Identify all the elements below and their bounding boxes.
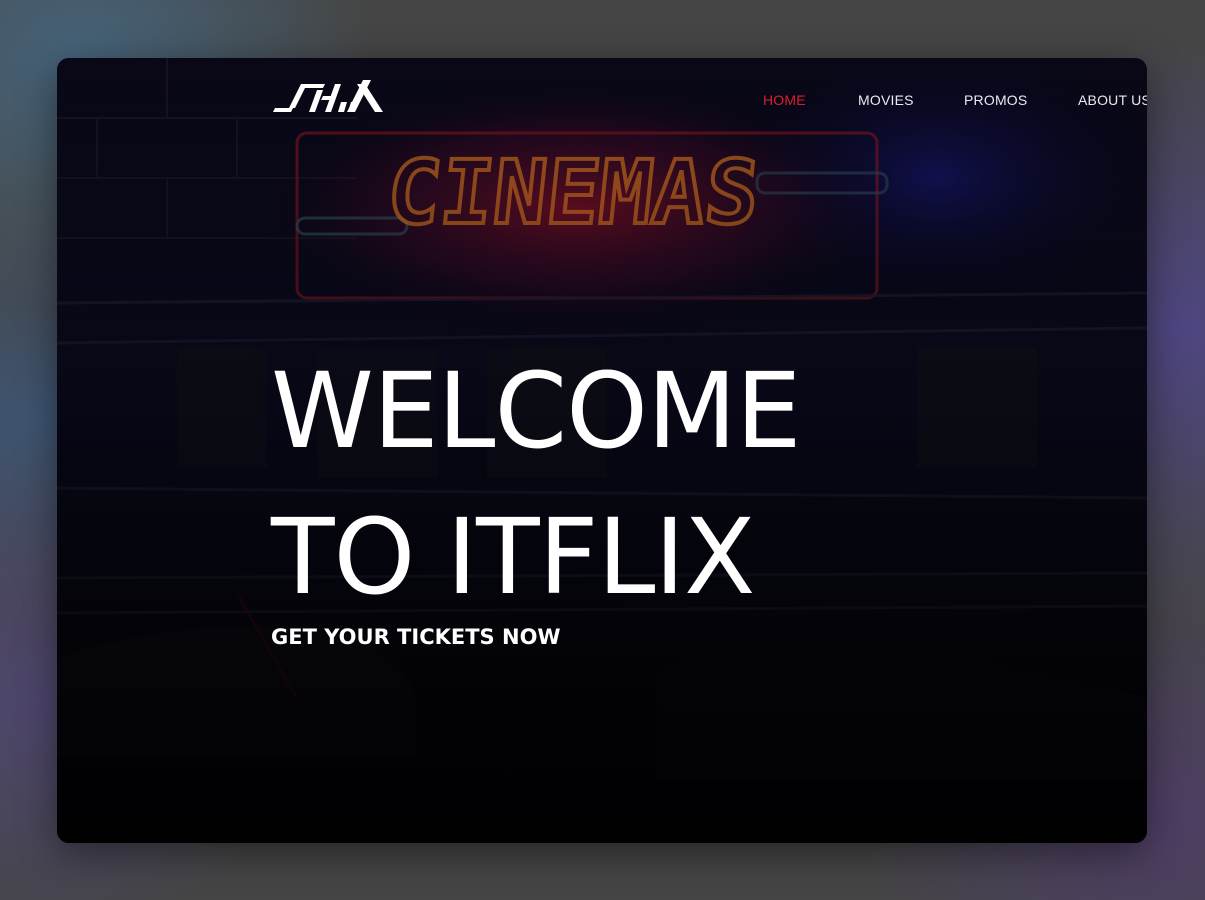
itflix-logo[interactable] xyxy=(271,76,391,116)
nav-movies-link[interactable]: MOVIES xyxy=(858,92,914,108)
nav-home-link[interactable]: HOME xyxy=(763,92,806,108)
logo-mark-icon xyxy=(273,80,383,112)
hero-title-line-1: WELCOME xyxy=(271,350,801,472)
nav-about-us-link[interactable]: ABOUT US xyxy=(1078,92,1147,108)
hero-title: WELCOME TO ITFLIX xyxy=(271,338,971,630)
top-navbar: HOME MOVIES PROMOS ABOUT US xyxy=(57,58,1147,138)
nav-promos-link[interactable]: PROMOS xyxy=(964,92,1027,108)
get-tickets-cta[interactable]: GET YOUR TICKETS NOW xyxy=(271,625,561,649)
browser-window: CINEMAS xyxy=(57,58,1147,843)
hero-title-line-2: TO ITFLIX xyxy=(271,496,755,618)
